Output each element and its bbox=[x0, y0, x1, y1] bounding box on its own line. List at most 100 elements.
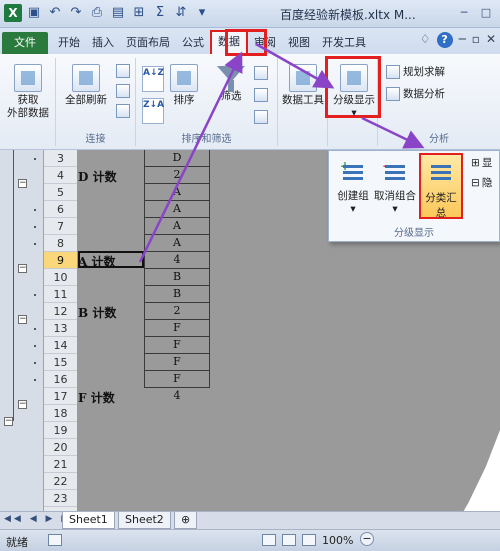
border-icon[interactable]: ⊞ bbox=[130, 4, 148, 22]
help-icon[interactable]: ? bbox=[436, 32, 453, 48]
tab-review[interactable]: 审阅 bbox=[248, 32, 282, 54]
autosum-icon[interactable]: Σ bbox=[151, 4, 169, 22]
collapse-group-icon[interactable]: − bbox=[18, 179, 27, 188]
workbook-minimize-icon[interactable]: ─ bbox=[459, 32, 466, 48]
row-header-selected[interactable]: 9 bbox=[44, 252, 77, 269]
tab-view[interactable]: 视图 bbox=[282, 32, 316, 54]
tab-page-layout[interactable]: 页面布局 bbox=[120, 32, 176, 54]
row-header[interactable]: 4 bbox=[44, 167, 77, 184]
cell-c[interactable]: F bbox=[144, 320, 210, 337]
cell-a-label[interactable]: F 计数 bbox=[78, 389, 115, 406]
row-header[interactable]: 18 bbox=[44, 405, 77, 422]
cell-c[interactable]: 2 bbox=[144, 167, 210, 184]
cell-c[interactable]: A bbox=[144, 201, 210, 218]
cell-a-label[interactable]: D 计数 bbox=[78, 168, 117, 185]
reapply-icon[interactable] bbox=[254, 88, 268, 102]
subtotal-button[interactable]: 分类汇总 bbox=[419, 153, 463, 219]
collapse-group-icon[interactable]: − bbox=[18, 315, 27, 324]
properties-icon[interactable] bbox=[116, 84, 130, 98]
tab-formulas[interactable]: 公式 bbox=[176, 32, 210, 54]
page-layout-view-icon[interactable] bbox=[282, 534, 296, 546]
row-header[interactable]: 7 bbox=[44, 218, 77, 235]
dropdown-icon[interactable]: ▾ bbox=[193, 4, 211, 22]
save-icon[interactable]: ▣ bbox=[25, 4, 43, 22]
outline-button[interactable]: 分级显示 ▾ bbox=[330, 64, 378, 120]
row-header[interactable]: 12 bbox=[44, 303, 77, 320]
form-icon[interactable]: ▤ bbox=[109, 4, 127, 22]
sort-ascending-button[interactable]: A↓Z bbox=[142, 66, 164, 92]
cell-c[interactable]: A bbox=[144, 235, 210, 252]
page-break-view-icon[interactable] bbox=[302, 534, 316, 546]
row-header[interactable]: 20 bbox=[44, 439, 77, 456]
zoom-out-icon[interactable]: − bbox=[360, 532, 374, 546]
data-analysis-button[interactable]: 数据分析 bbox=[386, 86, 445, 101]
data-tools-button[interactable]: 数据工具 bbox=[280, 64, 326, 107]
tab-home[interactable]: 开始 bbox=[52, 32, 86, 54]
row-header[interactable]: 5 bbox=[44, 184, 77, 201]
row-header[interactable]: 8 bbox=[44, 235, 77, 252]
macro-record-icon[interactable] bbox=[48, 534, 62, 546]
filter-button[interactable]: 筛选 bbox=[214, 66, 248, 103]
new-sheet-icon[interactable]: ⊕ bbox=[174, 512, 198, 529]
edit-links-icon[interactable] bbox=[116, 104, 130, 118]
tab-developer[interactable]: 开发工具 bbox=[316, 32, 372, 54]
sort-button[interactable]: 排序 bbox=[168, 64, 200, 107]
sheet-tab[interactable]: Sheet2 bbox=[118, 512, 171, 529]
row-header[interactable]: 19 bbox=[44, 422, 77, 439]
collapse-group-icon[interactable]: − bbox=[18, 400, 27, 409]
row-header[interactable]: 11 bbox=[44, 286, 77, 303]
show-detail-button[interactable]: ⊞ 显 bbox=[471, 155, 492, 170]
redo-icon[interactable]: ↷ bbox=[67, 4, 85, 22]
group-button[interactable]: + 创建组 ▾ bbox=[331, 159, 375, 215]
minimize-icon[interactable]: ─ bbox=[454, 4, 474, 21]
cell-c[interactable]: A bbox=[144, 184, 210, 201]
normal-view-icon[interactable] bbox=[262, 534, 276, 546]
zoom-level[interactable]: 100% bbox=[322, 534, 353, 547]
sort-descending-button[interactable]: Z↓A bbox=[142, 98, 164, 124]
cell-c[interactable]: B bbox=[144, 269, 210, 286]
cell-a-label[interactable]: B 计数 bbox=[78, 304, 116, 321]
cell-c[interactable]: 4 bbox=[144, 388, 210, 405]
collapse-group-icon[interactable]: − bbox=[18, 264, 27, 273]
cell-c[interactable]: F bbox=[144, 354, 210, 371]
workbook-close-icon[interactable]: ✕ bbox=[486, 32, 496, 48]
row-header[interactable]: 23 bbox=[44, 490, 77, 507]
row-header[interactable]: 15 bbox=[44, 354, 77, 371]
row-header[interactable]: 17 bbox=[44, 388, 77, 405]
row-header[interactable]: 22 bbox=[44, 473, 77, 490]
get-external-data-button[interactable]: 获取 外部数据 bbox=[6, 64, 50, 120]
row-header[interactable]: 21 bbox=[44, 456, 77, 473]
cell-c[interactable]: F bbox=[144, 371, 210, 388]
hide-detail-button[interactable]: ⊟ 隐 bbox=[471, 175, 492, 190]
collapse-all-icon[interactable]: − bbox=[4, 417, 13, 426]
undo-icon[interactable]: ↶ bbox=[46, 4, 64, 22]
row-header[interactable]: 10 bbox=[44, 269, 77, 286]
excel-logo-icon[interactable]: X bbox=[4, 4, 22, 22]
sheet-tab[interactable]: Sheet1 bbox=[62, 512, 115, 529]
cell-c[interactable]: D bbox=[144, 150, 210, 167]
print-preview-icon[interactable]: ⎙ bbox=[88, 4, 106, 22]
row-header[interactable]: 14 bbox=[44, 337, 77, 354]
workbook-restore-icon[interactable]: ▫ bbox=[472, 32, 480, 48]
selected-cell[interactable] bbox=[78, 251, 144, 268]
tab-data[interactable]: 数据 bbox=[210, 30, 248, 54]
cell-c[interactable]: 4 bbox=[144, 252, 210, 269]
refresh-all-button[interactable]: 全部刷新 bbox=[62, 64, 110, 107]
connections-icon[interactable] bbox=[116, 64, 130, 78]
ribbon-collapse-icon[interactable]: ♢ bbox=[420, 32, 431, 48]
cell-c[interactable]: F bbox=[144, 337, 210, 354]
ungroup-button[interactable]: − 取消组合 ▾ bbox=[373, 159, 417, 215]
clear-filter-icon[interactable] bbox=[254, 66, 268, 80]
cell-c[interactable]: 2 bbox=[144, 303, 210, 320]
cell-c[interactable]: B bbox=[144, 286, 210, 303]
tab-insert[interactable]: 插入 bbox=[86, 32, 120, 54]
cell-c[interactable]: A bbox=[144, 218, 210, 235]
format-icon[interactable]: ⇵ bbox=[172, 4, 190, 22]
tab-file[interactable]: 文件 bbox=[2, 32, 48, 54]
row-header[interactable]: 3 bbox=[44, 150, 77, 167]
solver-button[interactable]: 规划求解 bbox=[386, 64, 445, 79]
row-header[interactable]: 13 bbox=[44, 320, 77, 337]
row-header[interactable]: 16 bbox=[44, 371, 77, 388]
maximize-icon[interactable]: □ bbox=[476, 4, 496, 21]
row-header[interactable]: 6 bbox=[44, 201, 77, 218]
